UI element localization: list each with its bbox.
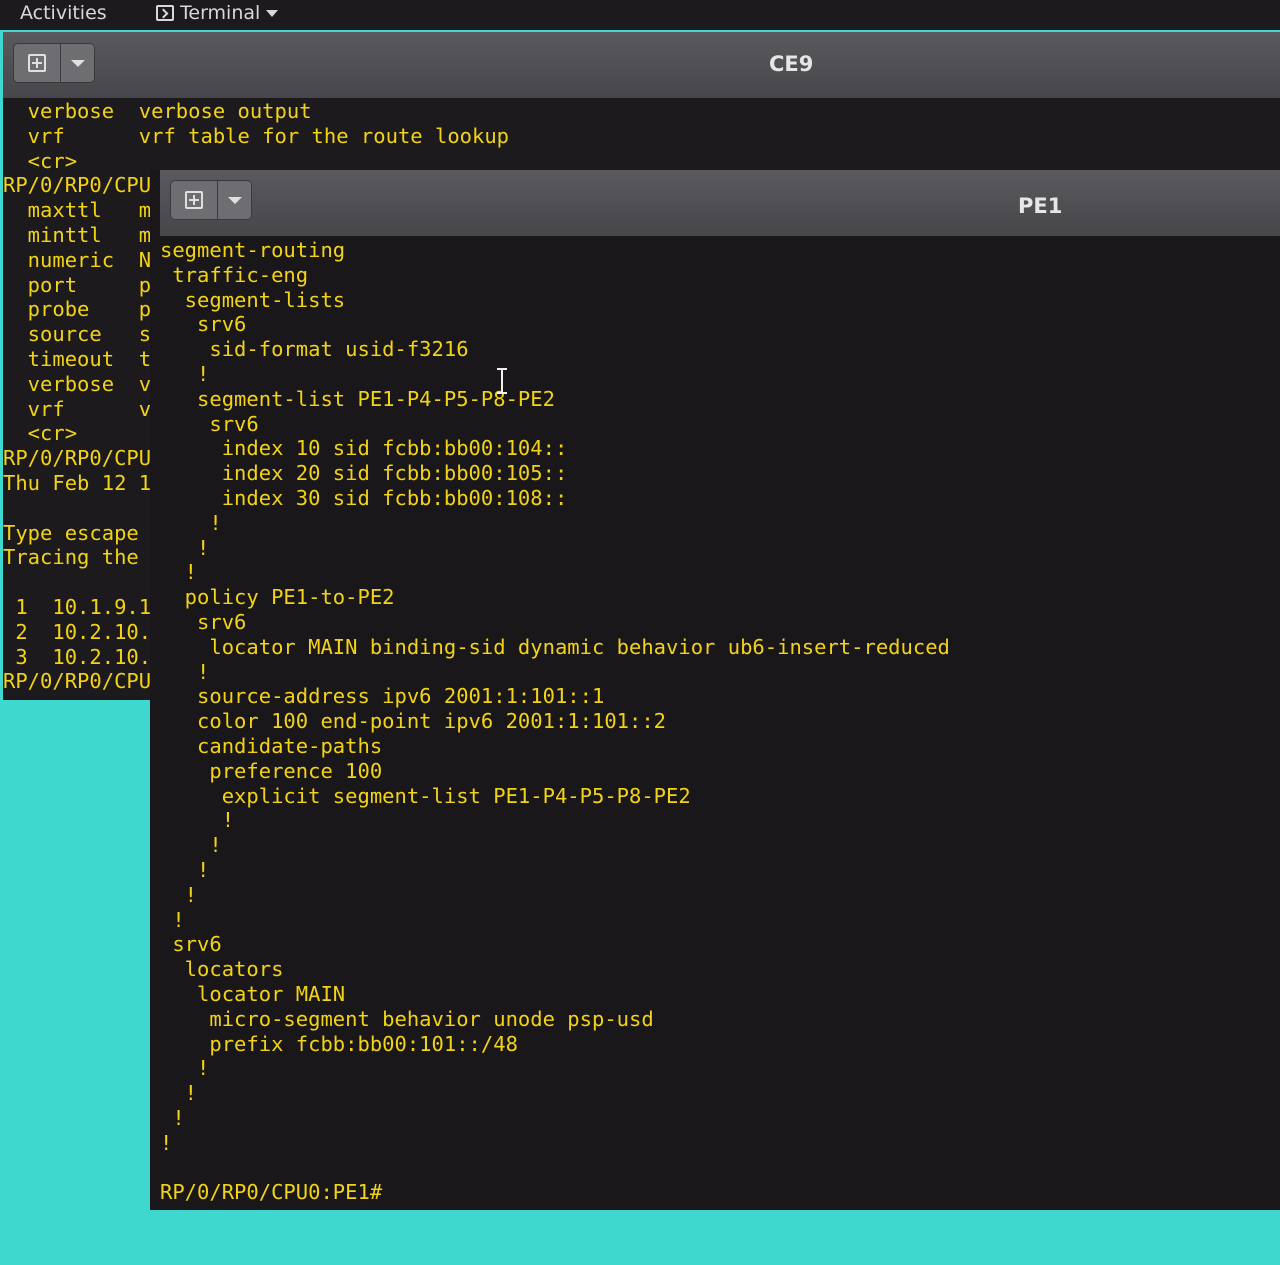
- pe1-terminal-line: !: [160, 1081, 198, 1106]
- ce9-terminal-line: maxttl m: [3, 198, 152, 223]
- terminal-app-menu[interactable]: Terminal: [156, 2, 279, 24]
- terminal-icon: [156, 5, 174, 21]
- pe1-terminal-line: !: [160, 659, 210, 684]
- pe1-terminal-line: srv6: [160, 411, 259, 436]
- pe1-terminal-line: !: [160, 1130, 173, 1155]
- pe1-terminal-line: !: [160, 907, 185, 932]
- pe1-terminal-line: sid-format usid-f3216: [160, 337, 469, 362]
- pe1-terminal-output[interactable]: segment-routing traffic-eng segment-list…: [160, 238, 950, 1205]
- pe1-terminal-line: candidate-paths: [160, 733, 383, 758]
- pe1-terminal-line: segment-lists: [160, 287, 346, 312]
- new-tab-icon: [185, 191, 203, 209]
- ce9-terminal-line: numeric N: [3, 247, 152, 272]
- ce9-terminal-line: Thu Feb 12 1: [3, 470, 152, 495]
- ce9-terminal-line: verbose verbose output: [3, 99, 312, 123]
- pe1-terminal-line: traffic-eng: [160, 262, 309, 287]
- ce9-terminal-line: source s: [3, 322, 152, 347]
- ce9-menu-button[interactable]: [61, 43, 95, 83]
- ce9-terminal-line: 2 10.2.10.: [3, 619, 152, 644]
- pe1-terminal-line: segment-routing: [160, 238, 346, 262]
- pe1-header-bar: PE1: [160, 170, 1280, 236]
- ce9-terminal-line: <cr>: [3, 148, 78, 173]
- pe1-terminal-line: !: [160, 1105, 185, 1130]
- ce9-terminal-line: timeout t: [3, 346, 152, 371]
- pe1-terminal-line: !: [160, 510, 222, 535]
- pe1-terminal-line: index 20 sid fcbb:bb00:105::: [160, 461, 568, 486]
- ce9-terminal-line: probe p: [3, 297, 152, 322]
- pe1-terminal-line: micro-segment behavior unode psp-usd: [160, 1006, 654, 1031]
- pe1-terminal-window[interactable]: PE1 segment-routing traffic-eng segment-…: [150, 170, 1280, 1210]
- ce9-new-tab-button[interactable]: [13, 43, 61, 83]
- pe1-window-title: PE1: [1018, 194, 1063, 218]
- pe1-terminal-line: segment-list PE1-P4-P5-P8-PE2: [160, 386, 555, 411]
- pe1-terminal-line: explicit segment-list PE1-P4-P5-P8-PE2: [160, 783, 691, 808]
- pe1-menu-button[interactable]: [218, 180, 252, 220]
- pe1-terminal-line: !: [160, 560, 198, 585]
- pe1-terminal-line: policy PE1-to-PE2: [160, 585, 395, 610]
- pe1-terminal-line: srv6: [160, 312, 247, 337]
- pe1-terminal-line: !: [160, 882, 198, 907]
- pe1-terminal-line: srv6: [160, 609, 247, 634]
- pe1-terminal-line: !: [160, 361, 210, 386]
- pe1-terminal-line: RP/0/RP0/CPU0:PE1#: [160, 1180, 383, 1205]
- pe1-terminal-line: !: [160, 857, 210, 882]
- terminal-menu-label: Terminal: [180, 2, 261, 24]
- chevron-down-icon: [266, 9, 279, 17]
- pe1-terminal-line: !: [160, 535, 210, 560]
- ce9-terminal-line: 3 10.2.10.: [3, 644, 152, 669]
- ce9-terminal-line: RP/0/RP0/CPU0: [3, 173, 164, 198]
- ce9-terminal-line: RP/0/RP0/CPU0: [3, 446, 164, 471]
- ce9-terminal-line: Type escape: [3, 520, 152, 545]
- pe1-new-tab-button[interactable]: [170, 180, 218, 220]
- pe1-terminal-line: prefix fcbb:bb00:101::/48: [160, 1031, 518, 1056]
- ce9-terminal-line: minttl m: [3, 222, 152, 247]
- pe1-terminal-line: index 10 sid fcbb:bb00:104::: [160, 436, 568, 461]
- text-cursor-icon: [497, 368, 507, 394]
- pe1-terminal-line: source-address ipv6 2001:1:101::1: [160, 684, 605, 709]
- activities-button[interactable]: Activities: [20, 2, 107, 24]
- pe1-terminal-line: !: [160, 808, 235, 833]
- pe1-terminal-line: srv6: [160, 932, 222, 957]
- top-bar: Activities Terminal: [0, 0, 1280, 30]
- pe1-terminal-line: color 100 end-point ipv6 2001:1:101::2: [160, 709, 667, 734]
- ce9-terminal-line: 1 10.1.9.1: [3, 594, 152, 619]
- ce9-terminal-line: vrf v: [3, 396, 152, 421]
- pe1-terminal-line: locators: [160, 957, 284, 982]
- pe1-terminal-line: !: [160, 1056, 210, 1081]
- new-tab-icon: [28, 54, 46, 72]
- ce9-terminal-line: RP/0/RP0/CPU0: [3, 669, 164, 694]
- ce9-terminal-line: vrf vrf table for the route lookup: [3, 123, 510, 148]
- ce9-terminal-line: Tracing the: [3, 545, 152, 570]
- pe1-terminal-line: !: [160, 833, 222, 858]
- pe1-terminal-line: index 30 sid fcbb:bb00:108::: [160, 485, 568, 510]
- ce9-header-bar: CE9: [3, 32, 1280, 98]
- chevron-down-icon: [227, 196, 242, 204]
- ce9-terminal-line: <cr>: [3, 421, 78, 446]
- pe1-terminal-line: locator MAIN binding-sid dynamic behavio…: [160, 634, 950, 659]
- chevron-down-icon: [70, 59, 85, 67]
- ce9-terminal-line: verbose v: [3, 371, 152, 396]
- ce9-terminal-line: port p: [3, 272, 152, 297]
- pe1-terminal-line: preference 100: [160, 758, 383, 783]
- ce9-window-title: CE9: [769, 52, 814, 76]
- pe1-terminal-line: locator MAIN: [160, 981, 346, 1006]
